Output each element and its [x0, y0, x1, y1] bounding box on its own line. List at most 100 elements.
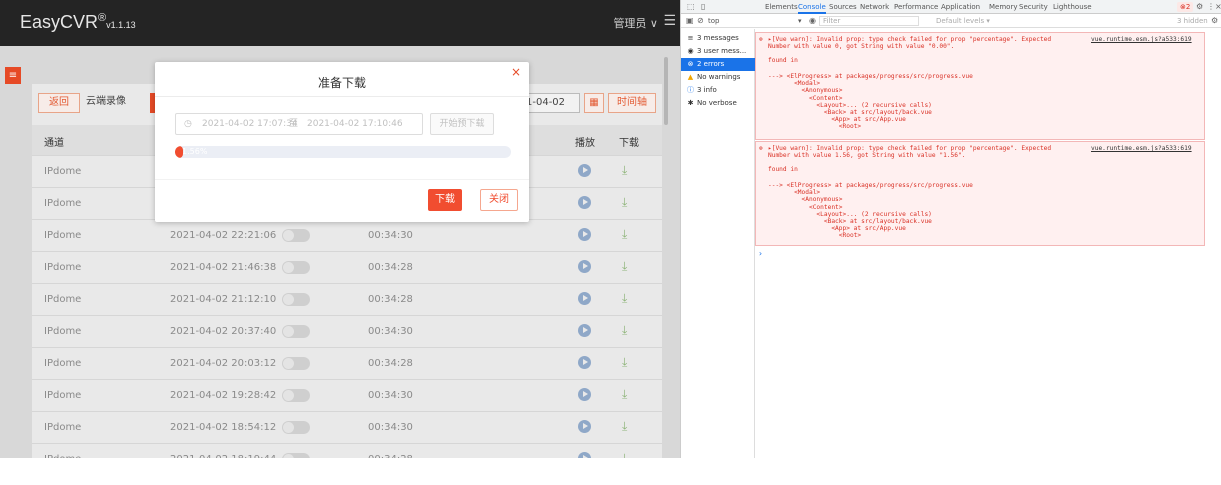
- col-download: 下载: [619, 138, 639, 149]
- toggle-switch[interactable]: [282, 261, 310, 274]
- sidebar-item-error[interactable]: ⊗ 2 errors: [681, 58, 755, 71]
- toggle-switch[interactable]: [282, 389, 310, 402]
- clear-icon[interactable]: ⊘: [697, 16, 704, 25]
- toggle-switch[interactable]: [282, 325, 310, 338]
- download-icon[interactable]: ⤓: [622, 195, 627, 210]
- download-button[interactable]: 下载: [428, 189, 462, 211]
- menu-icon[interactable]: ☰: [663, 13, 676, 29]
- play-icon[interactable]: [578, 420, 591, 433]
- channel-name: IPdome: [44, 390, 82, 401]
- device-icon[interactable]: ▯: [701, 2, 705, 11]
- download-icon[interactable]: ⤓: [622, 355, 627, 370]
- console-error-message[interactable]: ⊗ ▸[Vue warn]: Invalid prop: type check f…: [755, 141, 1205, 246]
- error-count-badge[interactable]: ⊗2: [1177, 2, 1194, 12]
- record-time: 2021-04-02 19:28:42: [170, 390, 277, 401]
- download-icon[interactable]: ⤓: [622, 291, 627, 306]
- record-duration: 00:34:30: [368, 326, 413, 337]
- download-icon[interactable]: ⤓: [622, 163, 627, 178]
- tab-sources[interactable]: Sources: [829, 3, 857, 11]
- tab-memory[interactable]: Memory: [989, 3, 1017, 11]
- sidebar-item-user[interactable]: ◉ 3 user mess...: [681, 45, 755, 58]
- sidebar-item-label: 3 messages: [697, 34, 739, 42]
- inspect-icon[interactable]: ⬚: [687, 2, 695, 11]
- sidebar-icon[interactable]: ▣: [686, 16, 694, 25]
- toggle-switch[interactable]: [282, 421, 310, 434]
- settings-icon[interactable]: ⚙: [1211, 16, 1218, 25]
- filter-input[interactable]: Filter: [819, 16, 919, 26]
- download-icon[interactable]: ⤓: [622, 451, 627, 458]
- toggle-switch[interactable]: [282, 357, 310, 370]
- sidebar-item-label: No verbose: [697, 99, 737, 107]
- play-icon[interactable]: [578, 196, 591, 209]
- download-icon[interactable]: ⤓: [622, 227, 627, 242]
- sidebar-item-warning[interactable]: ▲ No warnings: [681, 71, 755, 84]
- back-button[interactable]: 返回: [38, 93, 80, 113]
- record-time: 2021-04-02 22:21:06: [170, 230, 277, 241]
- channel-name: IPdome: [44, 294, 82, 305]
- tab-console[interactable]: Console: [798, 3, 826, 14]
- table-row: IPdome 2021-04-02 19:28:42 00:34:30 ⤓: [32, 379, 662, 411]
- tab-elements[interactable]: Elements: [765, 3, 798, 11]
- warning-icon: ▲: [687, 73, 694, 81]
- verbose-icon: ✱: [687, 99, 694, 107]
- record-duration: 00:34:30: [368, 422, 413, 433]
- record-time: 2021-04-02 18:54:12: [170, 422, 277, 433]
- scrollbar[interactable]: [664, 57, 668, 125]
- tab-lighthouse[interactable]: Lighthouse: [1053, 3, 1092, 11]
- timeline-button[interactable]: 时间轴: [608, 93, 656, 113]
- eye-icon[interactable]: ◉: [809, 16, 816, 25]
- console-prompt[interactable]: ›: [758, 249, 763, 258]
- message-source-link[interactable]: vue.runtime.esm.js?a533:619: [1091, 36, 1192, 43]
- error-icon: ⊗: [759, 36, 763, 43]
- message-source-link[interactable]: vue.runtime.esm.js?a533:619: [1091, 145, 1192, 152]
- tab-cloud-recording[interactable]: 云端录像: [76, 93, 136, 113]
- time-range-input[interactable]: ◷ 2021-04-02 17:07:34 至 2021-04-02 17:10…: [175, 113, 423, 135]
- range-start: 2021-04-02 17:07:34: [202, 119, 298, 129]
- toggle-switch[interactable]: [282, 229, 310, 242]
- sidebar-item-list[interactable]: ≡ 3 messages: [681, 32, 755, 45]
- download-icon[interactable]: ⤓: [622, 387, 627, 402]
- logo-text: EasyCVR: [20, 12, 99, 32]
- close-button[interactable]: 关闭: [480, 189, 518, 211]
- sidebar-item-info[interactable]: ⓘ 3 info: [681, 84, 755, 97]
- play-icon[interactable]: [578, 228, 591, 241]
- download-icon[interactable]: ⤓: [622, 323, 627, 338]
- divider: [155, 179, 529, 180]
- date-field[interactable]: 1-04-02: [522, 93, 580, 113]
- download-icon[interactable]: ⤓: [622, 419, 627, 434]
- console-toolbar: ▣ ⊘ top ▾ ◉ Filter Default levels ▾ 3 hi…: [681, 15, 1221, 28]
- levels-select[interactable]: Default levels ▾: [936, 17, 990, 25]
- user-menu[interactable]: 管理员 ∨: [613, 15, 658, 31]
- console-error-message[interactable]: ⊗ ▸[Vue warn]: Invalid prop: type check f…: [755, 32, 1205, 140]
- tab-network[interactable]: Network: [860, 3, 889, 11]
- close-icon[interactable]: ×: [1215, 2, 1221, 11]
- play-icon[interactable]: [578, 324, 591, 337]
- record-duration: 00:34:28: [368, 294, 413, 305]
- play-icon[interactable]: [578, 260, 591, 273]
- more-icon[interactable]: ⋮: [1207, 2, 1215, 11]
- tab-security[interactable]: Security: [1019, 3, 1048, 11]
- clock-icon: ◷: [184, 119, 192, 129]
- record-time: 2021-04-02 18:19:44: [170, 454, 276, 458]
- sidebar-item-verbose[interactable]: ✱ No verbose: [681, 97, 755, 110]
- toggle-switch[interactable]: [282, 293, 310, 306]
- tab-performance[interactable]: Performance: [894, 3, 938, 11]
- record-time: 2021-04-02 20:03:12: [170, 358, 277, 369]
- play-icon[interactable]: [578, 356, 591, 369]
- predownload-button[interactable]: 开始预下载: [430, 113, 494, 135]
- close-icon[interactable]: ×: [511, 65, 521, 79]
- download-icon[interactable]: ⤓: [622, 259, 627, 274]
- sidebar-item-label: 3 info: [697, 86, 717, 94]
- table-row: IPdome 2021-04-02 20:03:12 00:34:28 ⤓: [32, 347, 662, 379]
- play-icon[interactable]: [578, 292, 591, 305]
- toggle-switch[interactable]: [282, 453, 310, 458]
- settings-icon[interactable]: ⚙: [1196, 2, 1203, 11]
- modal-title: 准备下载: [317, 76, 366, 90]
- record-duration: 00:34:28: [368, 358, 413, 369]
- play-icon[interactable]: [578, 164, 591, 177]
- tab-application[interactable]: Application: [941, 3, 980, 11]
- play-icon[interactable]: [578, 452, 591, 458]
- play-icon[interactable]: [578, 388, 591, 401]
- calendar-icon[interactable]: ▦: [584, 93, 604, 113]
- sidebar-toggle-icon[interactable]: ≡: [5, 67, 21, 84]
